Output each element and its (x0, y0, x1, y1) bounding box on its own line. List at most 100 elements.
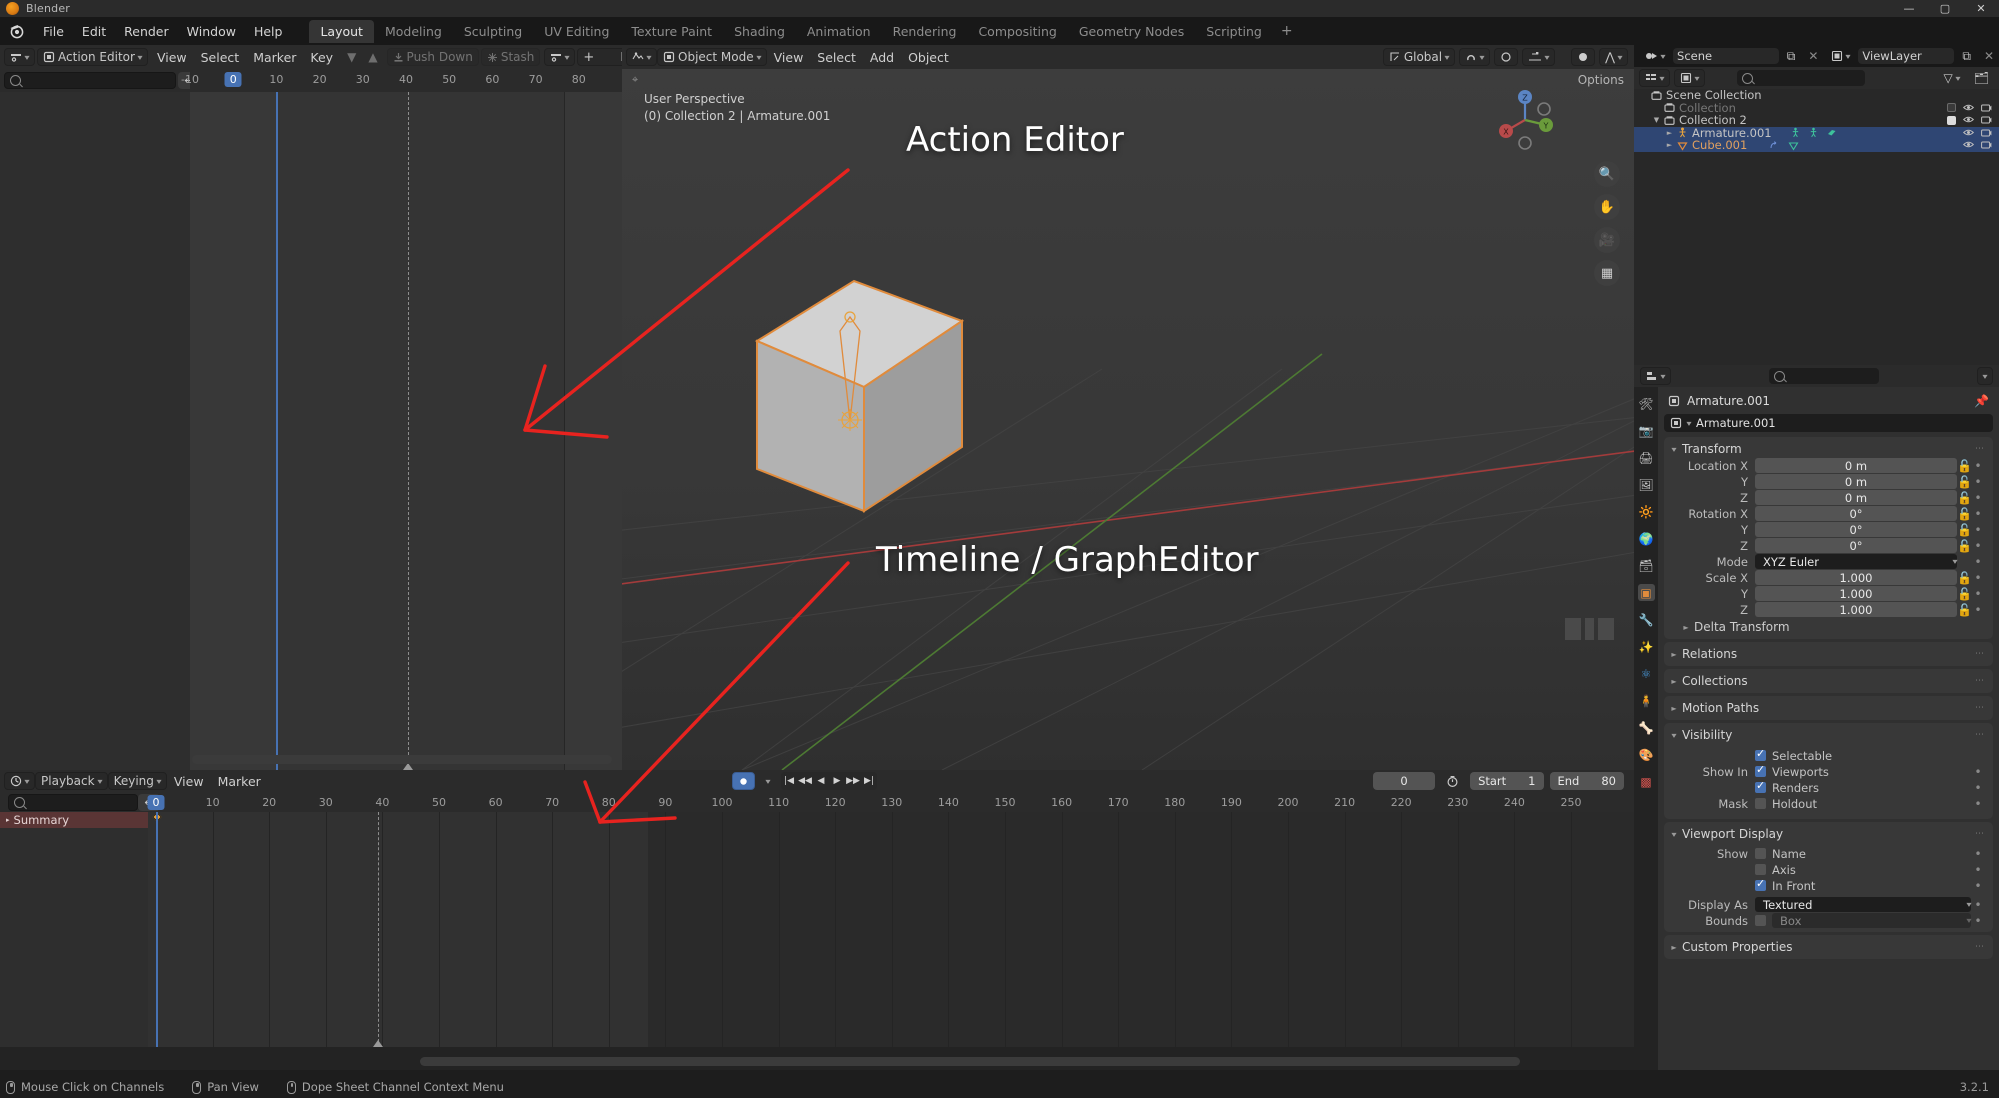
use-preview-range-icon[interactable] (1441, 772, 1464, 790)
action-editor-hscrollbar[interactable] (192, 755, 612, 764)
checkbox-viewports[interactable]: Viewports (1755, 765, 1971, 779)
viewport-menu-object[interactable]: Object (901, 50, 956, 65)
tab-object-constraints[interactable]: 🧍 (1638, 692, 1655, 709)
checkbox-box[interactable] (1755, 782, 1766, 793)
expand-triangle-icon[interactable]: ▼ (1651, 116, 1662, 124)
property-value-field[interactable]: 0 m (1755, 474, 1957, 489)
custom-properties-panel-header[interactable]: ▸ Custom Properties ⋯ (1664, 938, 1993, 956)
jump-to-start-button[interactable]: |◀ (781, 772, 797, 790)
ortho-perspective-toggle-icon[interactable]: ▦ (1594, 260, 1620, 286)
tab-physics[interactable]: ⚛ (1638, 665, 1655, 682)
outliner-row-armature-001[interactable]: ►Armature.001 (1634, 127, 1999, 140)
property-value-field[interactable]: 1.000 (1755, 570, 1957, 585)
expand-triangle-icon[interactable]: ▸ (6, 816, 10, 824)
play-reverse-button[interactable]: ◀ (813, 772, 829, 790)
zoom-icon[interactable]: 🔍 (1594, 161, 1620, 187)
panel-motion-paths[interactable]: ▸Motion Paths⋯ (1664, 696, 1993, 720)
checkbox-in-front[interactable]: In Front (1755, 879, 1971, 893)
summary-keyframe-row[interactable] (148, 812, 1634, 828)
editor-type-selector[interactable]: ▾ (4, 48, 35, 66)
snap-magnet-icon[interactable]: ▾ (1459, 48, 1490, 66)
outliner-filter-icon[interactable]: ▽▾ (1939, 69, 1965, 87)
animate-dot-icon[interactable]: • (1971, 571, 1985, 585)
custom-properties-panel[interactable]: ▸ Custom Properties ⋯ (1664, 935, 1993, 959)
action-editor-menu-marker[interactable]: Marker (246, 50, 303, 65)
outliner-row-collection[interactable]: Collection (1634, 102, 1999, 115)
viewlayer-browse-icon[interactable]: ▾ (1826, 47, 1855, 65)
viewport-editor-type-selector[interactable]: ▾ (626, 48, 657, 66)
panel-header[interactable]: ▸Collections⋯ (1664, 672, 1993, 690)
viewport-canvas[interactable]: ⌖ User Perspective (0) Collection 2 | Ar… (622, 69, 1634, 770)
timeline-marker[interactable] (373, 1040, 383, 1047)
property-value-field[interactable]: 1.000 (1755, 602, 1957, 617)
corner-icon-3[interactable] (1598, 618, 1614, 640)
new-scene-icon[interactable]: ⧉ (1782, 47, 1801, 65)
panel-collections[interactable]: ▸Collections⋯ (1664, 669, 1993, 693)
dopesheet-channel-summary[interactable]: ▸Summary (0, 812, 148, 828)
checkbox-name[interactable]: Name (1755, 847, 1971, 861)
action-datablock-selector[interactable]: ▾ (544, 48, 575, 66)
animate-dot-icon[interactable]: • (1971, 914, 1985, 928)
action-editor-search-input[interactable] (4, 72, 176, 89)
outliner-tree[interactable]: Scene CollectionCollection▼Collection 2►… (1634, 89, 1999, 365)
property-value-field[interactable]: 0° (1755, 538, 1957, 553)
animate-dot-icon[interactable]: • (1971, 475, 1985, 489)
lock-icon[interactable]: 🔓 (1957, 587, 1971, 601)
filter-up-icon[interactable]: ▲ (363, 48, 382, 66)
panel-drag-handle[interactable]: ⋯ (1975, 730, 1985, 740)
tab-particles[interactable]: ✨ (1638, 638, 1655, 655)
tab-collection[interactable]: 🗃 (1638, 557, 1655, 574)
checkbox-box[interactable] (1755, 848, 1766, 859)
panel-drag-handle[interactable]: ⋯ (1975, 829, 1985, 839)
animate-dot-icon[interactable]: • (1971, 781, 1985, 795)
bounds-type-selector[interactable]: Box ▾ (1772, 913, 1971, 928)
start-frame-field[interactable]: Start 1 (1470, 772, 1543, 790)
outliner-search-input[interactable] (1737, 70, 1865, 86)
filter-down-icon[interactable]: ▼ (342, 48, 361, 66)
proportional-falloff-selector[interactable]: ▾ (1522, 48, 1555, 66)
animate-dot-icon[interactable]: • (1971, 863, 1985, 877)
jump-to-end-button[interactable]: ▶| (861, 772, 877, 790)
panel-header[interactable]: ▸Motion Paths⋯ (1664, 699, 1993, 717)
lock-icon[interactable]: 🔓 (1957, 603, 1971, 617)
push-down-button[interactable]: Push Down (387, 48, 479, 66)
property-value-field[interactable]: 0° (1755, 506, 1957, 521)
viewport-options-button[interactable]: Options (1578, 73, 1624, 87)
outliner-editor-type-selector[interactable]: ▾ (1639, 69, 1670, 87)
animate-dot-icon[interactable]: • (1971, 587, 1985, 601)
overlays-dropdown[interactable]: ⋀▾ (1599, 48, 1628, 66)
workspace-tab-rendering[interactable]: Rendering (882, 20, 968, 43)
exclude-checkbox[interactable] (1947, 116, 1956, 125)
lock-icon[interactable]: 🔓 (1957, 507, 1971, 521)
interaction-mode-selector[interactable]: Object Mode ▾ (657, 48, 767, 66)
timeline-playhead[interactable] (156, 812, 158, 1047)
menu-edit[interactable]: Edit (73, 22, 115, 41)
dopesheet-channel-list[interactable]: ▸Summary (0, 812, 148, 1047)
stash-button[interactable]: Stash (481, 48, 541, 66)
expand-triangle-icon[interactable]: ► (1664, 129, 1675, 137)
checkbox-box[interactable] (1755, 766, 1766, 777)
playback-menu[interactable]: Playback▾ (35, 772, 108, 790)
workspace-tab-layout[interactable]: Layout (309, 20, 374, 43)
action-editor-menu-select[interactable]: Select (194, 50, 247, 65)
action-editor-marker[interactable] (403, 763, 413, 770)
scene-name-field[interactable]: Scene (1673, 48, 1779, 64)
expand-triangle-icon[interactable]: ► (1664, 141, 1675, 149)
lock-icon[interactable]: 🔓 (1957, 491, 1971, 505)
property-value-field[interactable]: 0 m (1755, 490, 1957, 505)
pan-hand-icon[interactable]: ✋ (1594, 194, 1620, 220)
menu-help[interactable]: Help (245, 22, 292, 41)
checkbox-box[interactable] (1755, 880, 1766, 891)
outliner-row-cube-001[interactable]: ►Cube.001 (1634, 139, 1999, 152)
tab-world[interactable]: 🌍 (1638, 530, 1655, 547)
timeline-current-frame-indicator[interactable]: 0 (148, 795, 165, 810)
action-editor-mode-selector[interactable]: Action Editor ▾ (37, 48, 148, 66)
exclude-checkbox[interactable] (1947, 103, 1956, 112)
jump-to-next-keyframe-button[interactable]: ▶▶ (845, 772, 861, 790)
display-as-selector[interactable]: Textured ▾ (1755, 897, 1971, 912)
viewport-display-panel-header[interactable]: ▾ Viewport Display ⋯ (1664, 825, 1993, 843)
workspace-tab-animation[interactable]: Animation (796, 20, 882, 43)
tab-object[interactable]: ▣ (1638, 584, 1655, 601)
lock-icon[interactable]: 🔓 (1957, 523, 1971, 537)
blender-menu-icon[interactable] (8, 22, 26, 40)
